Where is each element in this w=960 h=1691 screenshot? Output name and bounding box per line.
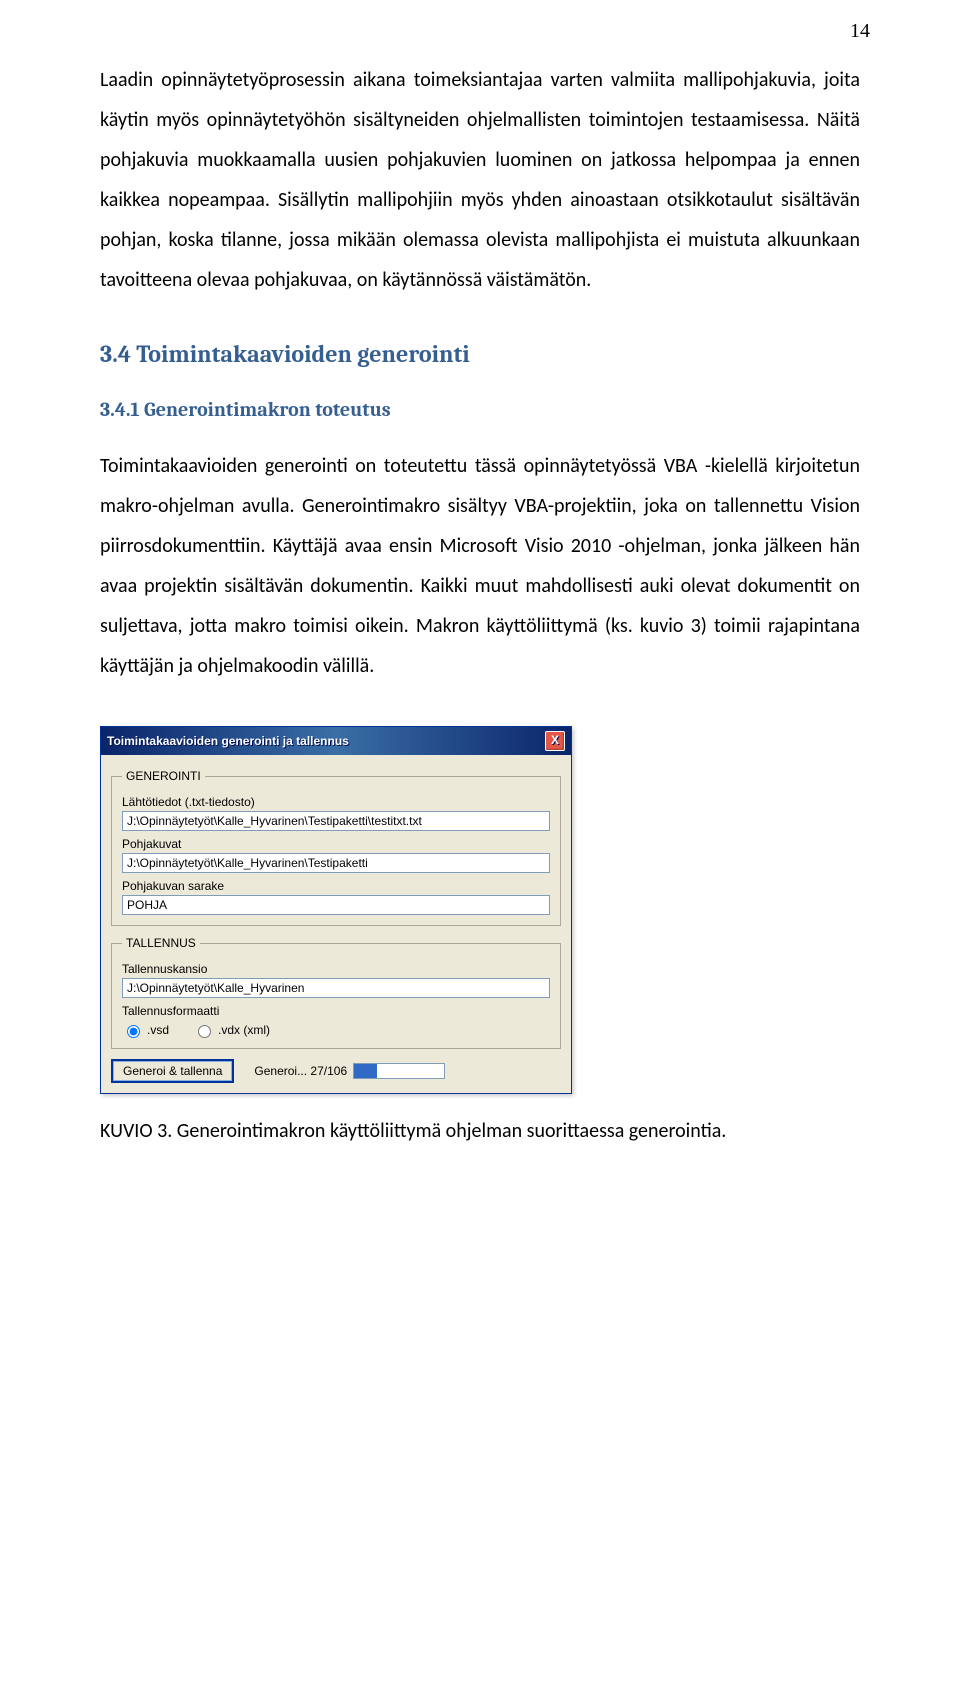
radio-vsd-label: .vsd bbox=[147, 1023, 169, 1037]
progress-label: Generoi... 27/106 bbox=[254, 1064, 347, 1078]
label-save-format: Tallennusformaatti bbox=[122, 1004, 550, 1018]
label-save-folder: Tallennuskansio bbox=[122, 962, 550, 976]
radio-vdx-input[interactable] bbox=[198, 1025, 211, 1038]
group-generointi-legend: GENEROINTI bbox=[122, 769, 205, 783]
input-source-file[interactable] bbox=[122, 811, 550, 831]
input-template-column[interactable] bbox=[122, 895, 550, 915]
close-icon[interactable]: X bbox=[545, 731, 565, 751]
group-generointi: GENEROINTI Lähtötiedot (.txt-tiedosto) P… bbox=[111, 769, 561, 926]
label-source-file: Lähtötiedot (.txt-tiedosto) bbox=[122, 795, 550, 809]
macro-dialog: Toimintakaavioiden generointi ja tallenn… bbox=[100, 726, 572, 1094]
radio-vsd[interactable]: .vsd bbox=[122, 1022, 169, 1038]
input-save-folder[interactable] bbox=[122, 978, 550, 998]
group-tallennus: TALLENNUS Tallennuskansio Tallennusforma… bbox=[111, 936, 561, 1049]
page-number: 14 bbox=[850, 20, 870, 43]
radio-vdx-label: .vdx (xml) bbox=[218, 1023, 270, 1037]
label-template-column: Pohjakuvan sarake bbox=[122, 879, 550, 893]
heading-section-3-4: 3.4 Toimintakaavioiden generointi bbox=[100, 340, 860, 368]
label-templates: Pohjakuvat bbox=[122, 837, 550, 851]
generate-save-button[interactable]: Generoi & tallenna bbox=[111, 1059, 234, 1083]
paragraph-2: Toimintakaavioiden generointi on toteute… bbox=[100, 446, 860, 686]
figure-caption: KUVIO 3. Generointimakron käyttöliittymä… bbox=[100, 1119, 860, 1143]
progress-fill bbox=[354, 1064, 377, 1078]
radio-vsd-input[interactable] bbox=[127, 1025, 140, 1038]
progress-bar bbox=[353, 1063, 445, 1079]
paragraph-1: Laadin opinnäytetyöprosessin aikana toim… bbox=[100, 60, 860, 300]
input-templates[interactable] bbox=[122, 853, 550, 873]
radio-vdx[interactable]: .vdx (xml) bbox=[193, 1022, 270, 1038]
dialog-title: Toimintakaavioiden generointi ja tallenn… bbox=[107, 734, 349, 748]
group-tallennus-legend: TALLENNUS bbox=[122, 936, 200, 950]
heading-section-3-4-1: 3.4.1 Generointimakron toteutus bbox=[100, 398, 860, 421]
dialog-titlebar[interactable]: Toimintakaavioiden generointi ja tallenn… bbox=[101, 727, 571, 755]
